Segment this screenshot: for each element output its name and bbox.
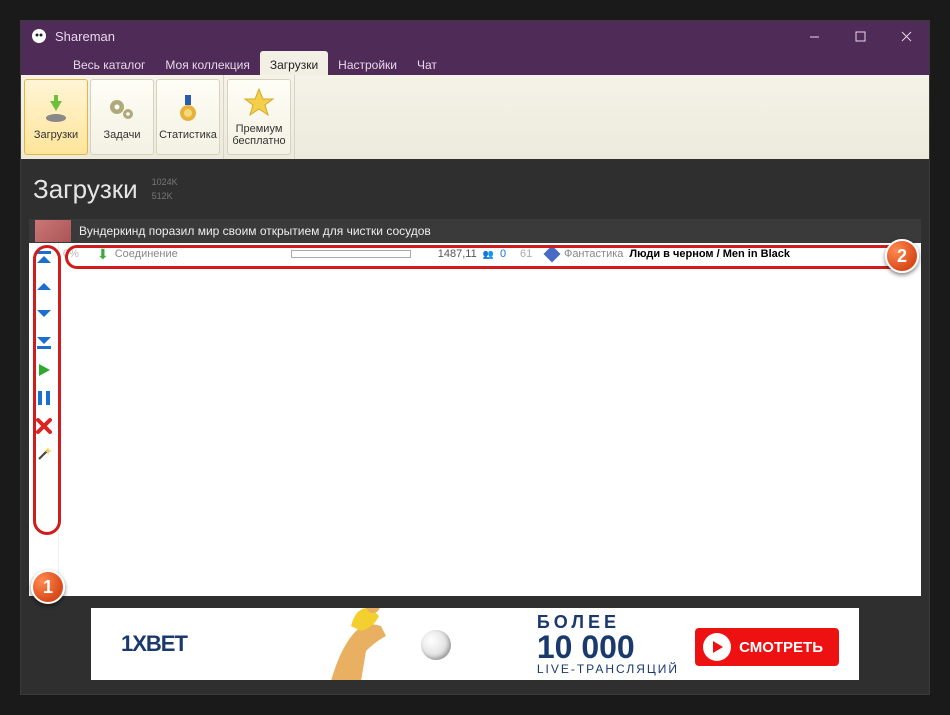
tick-label: 512K	[152, 189, 178, 203]
ball-graphic	[421, 630, 451, 660]
minimize-button[interactable]	[791, 21, 837, 51]
ribbon-label: Загрузки	[34, 129, 78, 141]
player-graphic	[291, 608, 431, 680]
size-label: 1487,11	[417, 248, 477, 260]
callout-2: 2	[885, 239, 919, 273]
pause-button[interactable]	[34, 389, 54, 407]
progress-bar	[291, 250, 411, 258]
banner-line3: LIVE-ТРАНСЛЯЦИЙ	[537, 663, 679, 675]
ribbon-label: Премиум бесплатно	[232, 123, 285, 147]
percent-label: 0%	[63, 248, 91, 260]
banner-line2: 10 000	[537, 631, 679, 663]
ribbon-stats[interactable]: Статистика	[156, 79, 220, 155]
status-label: Соединение	[115, 248, 285, 260]
ad-text: Вундеркинд поразил мир своим открытием д…	[79, 224, 431, 238]
ribbon-label: Задачи	[104, 129, 141, 141]
banner-logo: 1XBET	[121, 631, 187, 657]
maximize-button[interactable]	[837, 21, 883, 51]
delete-button[interactable]	[34, 417, 54, 435]
ribbon-premium[interactable]: Премиум бесплатно	[227, 79, 291, 155]
ribbon-label: Статистика	[159, 129, 217, 141]
close-button[interactable]	[883, 21, 929, 51]
page-title: Загрузки	[33, 174, 138, 205]
move-up-button[interactable]	[34, 277, 54, 295]
tab-downloads[interactable]: Загрузки	[260, 51, 328, 75]
wand-button[interactable]	[34, 445, 54, 463]
move-top-button[interactable]	[34, 249, 54, 267]
tab-collection[interactable]: Моя коллекция	[155, 51, 259, 75]
download-arrow-icon: ⬇	[97, 246, 109, 263]
ribbon-tasks[interactable]: Задачи	[90, 79, 154, 155]
category-label: Фантастика	[564, 248, 623, 260]
tab-settings[interactable]: Настройки	[328, 51, 407, 75]
download-row[interactable]: 0% ⬇ Соединение 1487,11 👥 0 61 Фантастик…	[59, 243, 921, 265]
app-icon	[31, 28, 47, 44]
page-header: Загрузки 1024K 512K	[21, 159, 929, 219]
tick-label: 1024K	[152, 175, 178, 189]
move-bottom-button[interactable]	[34, 333, 54, 351]
move-down-button[interactable]	[34, 305, 54, 323]
peers-down: 61	[520, 248, 540, 260]
content-area: Вундеркинд поразил мир своим открытием д…	[29, 219, 921, 596]
ad-thumbnail	[35, 220, 71, 242]
category-icon	[543, 246, 560, 263]
download-icon	[40, 93, 72, 125]
item-title: Люди в черном / Men in Black	[629, 248, 790, 260]
window-title: Shareman	[55, 29, 115, 44]
callout-1: 1	[31, 570, 65, 604]
play-button[interactable]	[34, 361, 54, 379]
titlebar: Shareman	[21, 21, 929, 51]
peers-icon: 👥	[483, 249, 494, 260]
menu-tabs: Весь каталог Моя коллекция Загрузки Наст…	[21, 51, 929, 75]
vertical-toolbar	[29, 243, 59, 596]
tab-chat[interactable]: Чат	[407, 51, 447, 75]
tab-catalog[interactable]: Весь каталог	[63, 51, 155, 75]
peers-up: 0	[500, 248, 514, 260]
ribbon-downloads[interactable]: Загрузки	[24, 79, 88, 155]
gears-icon	[106, 93, 138, 125]
star-icon	[243, 87, 275, 119]
ad-banner[interactable]: 1XBET БОЛЕЕ 10 000 LIVE-ТРАНСЛЯЦИЙ СМОТР…	[91, 608, 859, 680]
medal-icon	[172, 93, 204, 125]
banner-cta[interactable]: СМОТРЕТЬ	[695, 628, 839, 666]
ad-strip[interactable]: Вундеркинд поразил мир своим открытием д…	[29, 219, 921, 243]
ribbon: Загрузки Задачи Статистика Премиум беспл…	[21, 75, 929, 159]
